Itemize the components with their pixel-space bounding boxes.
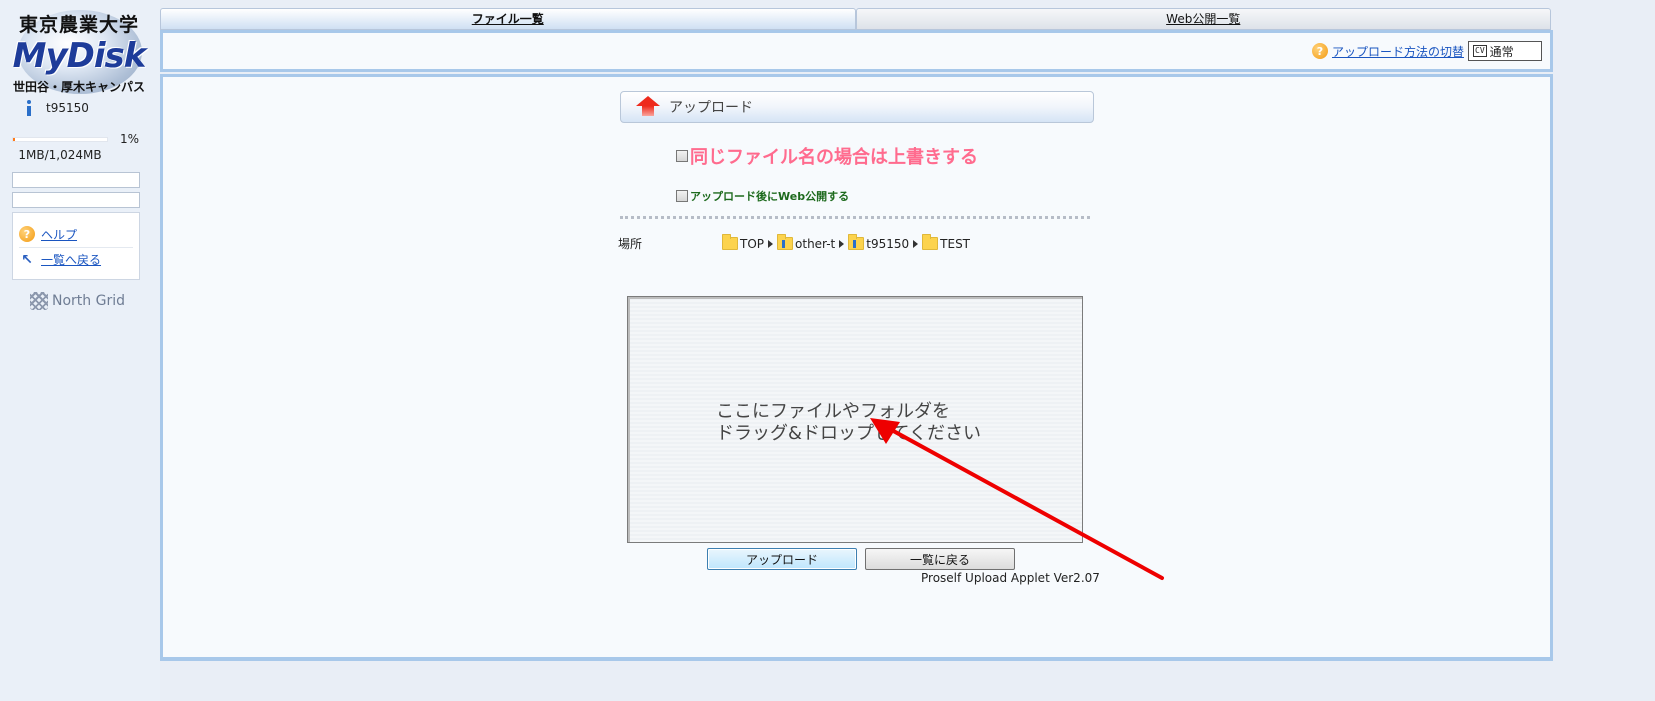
mode-icon: CV xyxy=(1473,45,1487,57)
help-icon: ? xyxy=(1311,43,1328,59)
toolbar-panel: ? アップロード方法の切替 CV 通常 xyxy=(163,33,1550,69)
mode-value: 通常 xyxy=(1489,44,1514,59)
breadcrumb-label: TOP xyxy=(740,236,765,251)
upload-mode-select[interactable]: CV 通常 xyxy=(1468,41,1542,61)
info-icon xyxy=(24,100,34,116)
overwrite-option[interactable]: 同じファイル名の場合は上書きする xyxy=(676,143,978,169)
sidebar-menu: ? ヘルプ ↖ 一覧へ戻る xyxy=(12,212,140,280)
breadcrumb-label: t95150 xyxy=(866,236,910,251)
breadcrumb-separator-icon xyxy=(768,239,774,248)
sidebar-item-help[interactable]: ? ヘルプ xyxy=(19,223,133,245)
user-folder-icon xyxy=(848,234,865,250)
switch-upload-method-link[interactable]: アップロード方法の切替 xyxy=(1332,43,1464,60)
user-folder-icon xyxy=(777,234,794,250)
breadcrumb-test[interactable]: TEST xyxy=(922,234,971,251)
tab-file-list[interactable]: ファイル一覧 xyxy=(160,8,856,30)
tab-web-publish-list[interactable]: Web公開一覧 xyxy=(855,8,1551,30)
logo-brand-text: MyDisk xyxy=(12,36,147,76)
breadcrumb-label: other-t xyxy=(795,236,836,251)
location-row: 場所 TOP other-t t95150 TEST xyxy=(618,234,1098,252)
quota-bar xyxy=(12,137,108,142)
mydisk-logo: 東京農業大学 MyDisk 世田谷・厚木キャンパス xyxy=(4,6,154,96)
north-grid-logo: North Grid xyxy=(30,292,125,310)
user-info: t95150 xyxy=(24,100,89,116)
web-publish-label: アップロード後にWeb公開する xyxy=(690,190,850,203)
breadcrumb-top[interactable]: TOP xyxy=(722,234,765,251)
location-label: 場所 xyxy=(618,237,643,251)
breadcrumb-other-t[interactable]: other-t xyxy=(777,234,836,251)
upload-button[interactable]: アップロード xyxy=(707,548,857,570)
upload-arrow-icon xyxy=(635,96,661,118)
breadcrumb-label: TEST xyxy=(940,236,971,251)
sidebar: 東京農業大学 MyDisk 世田谷・厚木キャンパス t95150 1% 1MB/… xyxy=(0,0,160,701)
folder-icon xyxy=(922,234,939,250)
breadcrumb-separator-icon xyxy=(839,239,845,248)
sidebar-field-1[interactable] xyxy=(12,172,140,188)
web-publish-checkbox[interactable] xyxy=(676,190,688,202)
overwrite-checkbox[interactable] xyxy=(676,150,688,162)
help-link[interactable]: ヘルプ xyxy=(41,226,77,243)
quota-percent: 1% xyxy=(120,132,140,146)
folder-icon xyxy=(722,234,738,250)
logo-university-text: 東京農業大学 xyxy=(18,14,139,36)
sidebar-field-2[interactable] xyxy=(12,192,140,208)
dotted-divider xyxy=(620,216,1090,219)
breadcrumb-separator-icon xyxy=(913,239,919,248)
back-arrow-icon: ↖ xyxy=(21,251,33,268)
quota-usage: 1MB/1,024MB xyxy=(18,148,102,162)
user-name: t95150 xyxy=(46,101,89,115)
north-grid-icon xyxy=(30,292,48,310)
breadcrumb-t95150[interactable]: t95150 xyxy=(848,234,910,251)
north-grid-text: North Grid xyxy=(52,293,125,309)
quota-bar-fill xyxy=(13,138,15,141)
logo-campus-text: 世田谷・厚木キャンパス xyxy=(12,80,145,94)
sidebar-item-back[interactable]: ↖ 一覧へ戻る xyxy=(19,247,133,269)
tab-bar: ファイル一覧 Web公開一覧 xyxy=(160,8,1551,30)
overwrite-label: 同じファイル名の場合は上書きする xyxy=(690,147,978,168)
upload-mode-row: ? アップロード方法の切替 CV 通常 xyxy=(1311,41,1542,61)
back-to-list-link[interactable]: 一覧へ戻る xyxy=(41,251,101,268)
upload-title: アップロード xyxy=(669,100,753,116)
web-publish-option[interactable]: アップロード後にWeb公開する xyxy=(676,188,849,204)
upload-header: アップロード xyxy=(620,91,1094,123)
annotation-arrow-icon xyxy=(870,418,1164,580)
help-icon: ? xyxy=(19,226,35,242)
